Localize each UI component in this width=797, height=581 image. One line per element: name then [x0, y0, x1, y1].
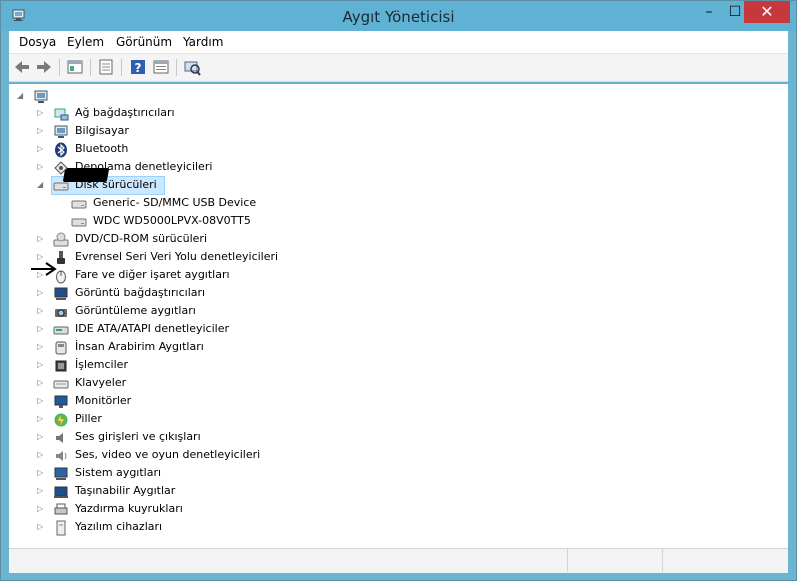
disk-drive-icon [71, 200, 87, 209]
menu-gorunum[interactable]: Görünüm [116, 35, 172, 49]
tree-item-label: Depolama denetleyicileri [75, 160, 213, 173]
network-adapter-icon [54, 108, 69, 121]
expand-arrow-icon[interactable]: ▷ [37, 505, 45, 513]
status-cell [662, 549, 788, 572]
expand-arrow-icon[interactable]: ▷ [37, 145, 45, 153]
expand-arrow-icon[interactable]: ▷ [37, 487, 45, 495]
tree-item-label: Ses girişleri ve çıkışları [75, 430, 201, 443]
expand-arrow-icon[interactable]: ▷ [37, 307, 45, 315]
usb-icon [57, 251, 65, 264]
tree-item-label: Sistem aygıtları [75, 466, 162, 479]
computer-icon [34, 90, 48, 103]
toolbar-separator [59, 59, 60, 76]
expand-arrow-icon[interactable]: ▷ [37, 127, 45, 135]
tree-item-label: Piller [75, 412, 102, 425]
properties-icon[interactable] [96, 57, 116, 77]
toolbar: ? [9, 54, 788, 82]
processor-icon [55, 360, 67, 372]
keyboard-icon [53, 380, 69, 389]
storage-controller-icon [54, 161, 68, 175]
portable-device-icon [54, 486, 68, 498]
mouse-icon [56, 270, 66, 284]
disk-drive-icon [71, 218, 87, 227]
status-bar [9, 548, 788, 573]
tree-item-label: Görüntüleme aygıtları [75, 304, 196, 317]
battery-icon [54, 413, 68, 427]
tree-item-label: IDE ATA/ATAPI denetleyiciler [75, 322, 230, 335]
menu-bar: Dosya Eylem Görünüm Yardım [9, 31, 788, 54]
toolbar-separator [121, 59, 122, 76]
tree-item-label: WDC WD5000LPVX-08V0TT5 [93, 214, 251, 227]
camera-icon [55, 309, 67, 317]
expand-arrow-icon[interactable]: ▷ [37, 415, 45, 423]
close-button[interactable]: ✕ [744, 1, 790, 23]
expand-arrow-icon[interactable]: ▷ [37, 469, 45, 477]
tree-item-label: İşlemciler [75, 358, 128, 371]
status-cell [567, 549, 663, 572]
monitor-icon [54, 395, 68, 408]
tree-item-label: Ağ bağdaştırıcıları [75, 106, 175, 119]
forward-icon[interactable] [34, 57, 54, 77]
expand-arrow-icon[interactable]: ▷ [37, 163, 45, 171]
expand-arrow-icon[interactable]: ▷ [37, 343, 45, 351]
tree-item-label: Yazdırma kuyrukları [75, 502, 183, 515]
tree-item-label: Monitörler [75, 394, 132, 407]
scan-hardware-icon[interactable] [182, 57, 202, 77]
expand-arrow-icon[interactable]: ▷ [37, 289, 45, 297]
device-manager-window: Aygıt Yöneticisi – ☐ ✕ Dosya Eylem Görün… [0, 0, 797, 581]
expand-arrow-icon[interactable]: ▷ [37, 379, 45, 387]
tree-item-label: Evrensel Seri Veri Yolu denetleyicileri [75, 250, 279, 263]
audio-io-icon [56, 433, 63, 443]
minimize-button[interactable]: – [696, 1, 722, 23]
tree-item-label: Bilgisayar [75, 124, 129, 137]
expand-arrow-icon[interactable]: ▷ [37, 253, 45, 261]
bluetooth-icon [55, 142, 67, 158]
hid-icon [55, 341, 67, 355]
collapse-arrow-icon[interactable]: ◢ [37, 181, 45, 189]
tree-item-label: Bluetooth [75, 142, 129, 155]
expand-arrow-icon[interactable]: ▷ [37, 451, 45, 459]
view-icon[interactable] [151, 57, 171, 77]
svg-text:?: ? [135, 61, 142, 75]
toolbar-separator [90, 59, 91, 76]
show-hide-tree-icon[interactable] [65, 57, 85, 77]
help-icon[interactable]: ? [128, 57, 148, 77]
software-device-icon [56, 520, 66, 536]
window-title: Aygıt Yöneticisi [342, 8, 455, 26]
expand-arrow-icon[interactable]: ▷ [37, 433, 45, 441]
computer-icon [54, 125, 68, 138]
expand-arrow-icon[interactable]: ▷ [37, 325, 45, 333]
expand-arrow-icon[interactable]: ▷ [37, 397, 45, 405]
tree-item-label: Görüntü bağdaştırıcıları [75, 286, 206, 299]
system-device-icon [54, 467, 68, 480]
menu-yardim[interactable]: Yardım [183, 35, 223, 49]
expand-arrow-icon[interactable]: ▷ [37, 361, 45, 369]
expand-arrow-icon[interactable]: ▷ [37, 109, 45, 117]
toolbar-separator [176, 59, 177, 76]
dvd-drive-icon [53, 232, 69, 247]
ide-controller-icon [53, 326, 69, 335]
tree-item-label: Yazılım cihazları [75, 520, 163, 533]
title-bar[interactable]: Aygıt Yöneticisi – ☐ ✕ [1, 1, 796, 31]
device-tree: ◢ ▷ Ağ bağdaştırıcıları ▷ Bilgisayar ▷ Bluetoo… [9, 83, 788, 548]
disk-drive-icon [53, 182, 69, 191]
tree-item-label: Fare ve diğer işaret aygıtları [75, 268, 230, 281]
tree-item-label: Taşınabilir Aygıtlar [75, 484, 176, 497]
expand-arrow-icon[interactable]: ▷ [37, 271, 45, 279]
menu-eylem[interactable]: Eylem [67, 35, 104, 49]
menu-dosya[interactable]: Dosya [19, 35, 56, 49]
expand-arrow-icon[interactable]: ▷ [37, 235, 45, 243]
back-icon[interactable] [12, 57, 32, 77]
sound-icon [56, 451, 67, 461]
tree-item-label: Ses, video ve oyun denetleyicileri [75, 448, 261, 461]
tree-item-label: Klavyeler [75, 376, 127, 389]
tree-item-label: DVD/CD-ROM sürücüleri [75, 232, 208, 245]
tree-item-label: Disk sürücüleri [75, 178, 157, 191]
collapse-arrow-icon[interactable]: ◢ [17, 92, 25, 100]
display-adapter-icon [54, 287, 68, 300]
tree-item-label: İnsan Arabirim Aygıtları [75, 340, 204, 353]
tree-item-label: Generic- SD/MMC USB Device [93, 196, 257, 209]
expand-arrow-icon[interactable]: ▷ [37, 523, 45, 531]
printer-icon [54, 503, 68, 515]
